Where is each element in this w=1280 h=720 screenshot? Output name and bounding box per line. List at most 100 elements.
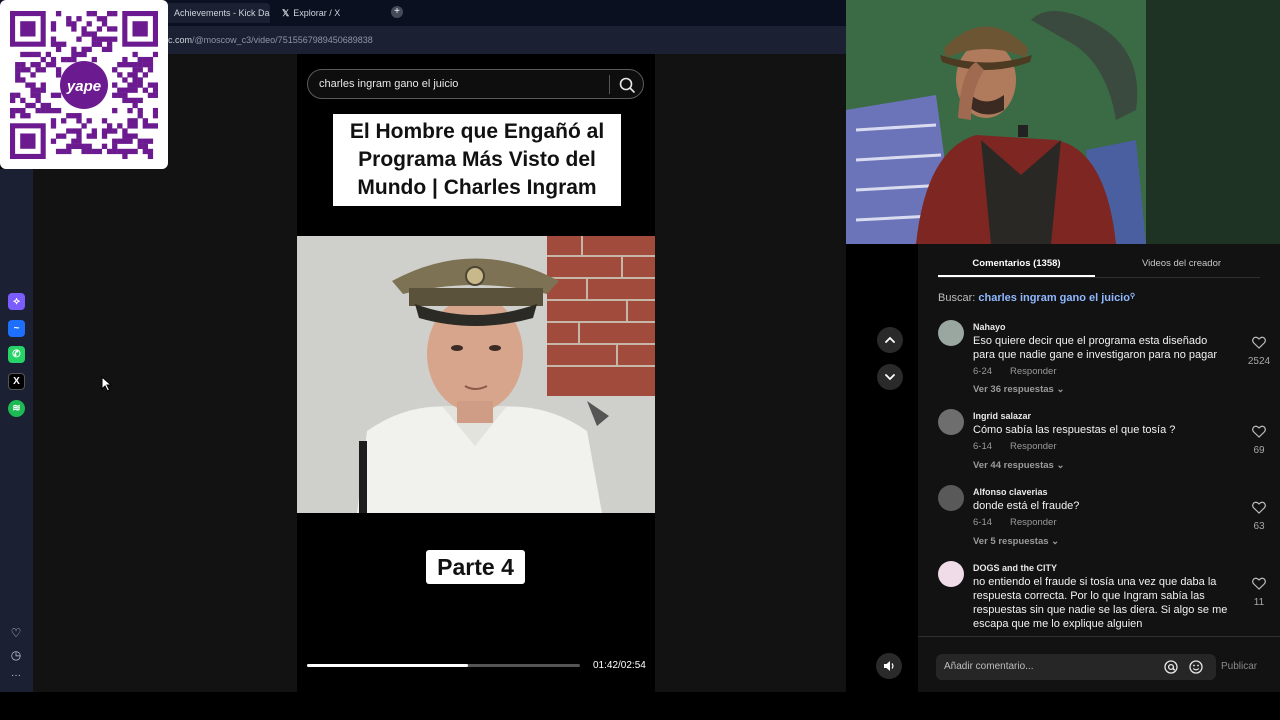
qr-module	[20, 97, 26, 104]
heart-outline-icon	[1252, 336, 1266, 349]
publish-button[interactable]: Publicar	[1221, 661, 1257, 672]
comment-username[interactable]: Ingrid salazar	[973, 411, 1031, 421]
video-player[interactable]: charles ingram gano el juicio El Hombre …	[297, 54, 655, 692]
search-suggestion-label: Buscar:	[938, 292, 976, 304]
qr-module	[35, 92, 41, 98]
comment-username[interactable]: Nahayo	[973, 322, 1006, 332]
qr-module	[76, 133, 82, 139]
mention-icon[interactable]	[1163, 659, 1179, 675]
next-video-button[interactable]	[877, 364, 903, 390]
qr-module	[152, 92, 158, 98]
x-icon[interactable]: X	[8, 373, 25, 390]
qr-module	[101, 16, 108, 22]
comment-input[interactable]: Añadir comentario...	[936, 654, 1216, 680]
qr-module	[50, 107, 57, 114]
avatar[interactable]	[938, 561, 964, 587]
spotify-icon[interactable]: ≋	[8, 400, 25, 417]
appflowy-icon[interactable]: ⟡	[8, 293, 25, 310]
qr-module	[101, 133, 108, 139]
previous-video-button[interactable]	[877, 327, 903, 353]
messenger-icon[interactable]: ~	[8, 320, 25, 337]
x-logo-icon: 𝕏	[282, 8, 290, 18]
heart-icon[interactable]: ♡	[9, 626, 23, 640]
qr-module	[127, 107, 133, 114]
qr-module	[127, 72, 133, 78]
video-progress-bar[interactable]	[307, 664, 580, 667]
qr-module	[15, 72, 21, 78]
qr-module	[137, 62, 143, 68]
qr-module	[55, 67, 62, 73]
view-replies-button[interactable]: Ver 36 respuestas ⌄	[973, 384, 1064, 395]
qr-module	[147, 67, 154, 73]
qr-module	[61, 56, 67, 63]
tab-comments[interactable]: Comentarios (1358)	[938, 258, 1095, 269]
qr-finder-inner	[20, 21, 36, 37]
qr-module	[10, 107, 16, 114]
qr-module	[101, 128, 108, 134]
qr-module	[137, 97, 143, 104]
like-button[interactable]: 69	[1242, 425, 1276, 456]
reply-button[interactable]: Responder	[1010, 441, 1056, 452]
qr-module	[106, 11, 113, 17]
qr-module	[127, 62, 133, 68]
qr-module	[35, 67, 41, 73]
like-button[interactable]: 2524	[1242, 336, 1276, 367]
qr-module	[86, 46, 92, 53]
qr-finder-inner	[132, 21, 148, 37]
qr-module	[122, 153, 128, 159]
volume-button[interactable]	[876, 653, 902, 679]
qr-module	[106, 128, 113, 134]
qr-module	[101, 118, 108, 124]
streamer-webcam	[846, 0, 1280, 244]
qr-module	[112, 92, 118, 98]
qr-module	[152, 87, 158, 93]
browser-tab-explorar[interactable]: 𝕏 Explorar / X	[274, 3, 384, 23]
comment-username[interactable]: Alfonso claverias	[973, 487, 1048, 497]
qr-module	[50, 56, 57, 63]
qr-module	[81, 148, 87, 155]
reply-button[interactable]: Responder	[1010, 517, 1056, 528]
avatar[interactable]	[938, 485, 964, 511]
whatsapp-icon[interactable]: ✆	[8, 346, 25, 363]
reply-button[interactable]: Responder	[1010, 366, 1056, 377]
emoji-icon[interactable]	[1188, 659, 1204, 675]
comment-meta: 6-14 Responder	[973, 517, 1057, 528]
qr-module	[91, 133, 97, 139]
qr-module	[61, 41, 67, 47]
search-icon[interactable]	[616, 74, 638, 96]
like-button[interactable]: 63	[1242, 501, 1276, 532]
avatar[interactable]	[938, 320, 964, 346]
avatar[interactable]	[938, 409, 964, 435]
clock-icon[interactable]: ◷	[9, 648, 23, 662]
qr-module	[112, 143, 118, 149]
qr-module	[127, 138, 133, 144]
view-replies-button[interactable]: Ver 44 respuestas ⌄	[973, 460, 1064, 471]
tab-creator-videos[interactable]: Videos del creador	[1103, 258, 1260, 269]
video-search-box[interactable]: charles ingram gano el juicio	[307, 69, 644, 99]
qr-module	[45, 62, 52, 68]
qr-module	[45, 102, 52, 109]
url-path: /@moscow_c3/video/7515567989450689838	[192, 35, 373, 45]
qr-module	[112, 148, 118, 155]
qr-module	[106, 36, 113, 42]
qr-module	[50, 26, 57, 32]
qr-module	[122, 87, 128, 93]
search-suggestion-link[interactable]: charles ingram gano el juicio	[978, 292, 1130, 304]
qr-module	[122, 62, 128, 68]
more-icon[interactable]: ···	[9, 669, 23, 683]
qr-module	[86, 143, 92, 149]
comment-username[interactable]: DOGS and the CITY	[973, 563, 1057, 573]
like-button[interactable]: 11	[1242, 577, 1276, 608]
qr-module	[147, 148, 154, 155]
qr-module	[40, 82, 46, 88]
view-replies-button[interactable]: Ver 5 respuestas ⌄	[973, 536, 1059, 547]
new-tab-button[interactable]: +	[391, 6, 403, 18]
qr-module	[20, 67, 26, 73]
qr-module	[122, 56, 128, 63]
qr-module	[50, 21, 57, 27]
qr-module	[106, 148, 113, 155]
qr-module	[132, 97, 138, 104]
comment-text: Eso quiere decir que el programa esta di…	[973, 335, 1218, 361]
qr-module	[127, 118, 133, 124]
browser-tab-achievements[interactable]: Achievements - Kick Dash	[166, 3, 270, 23]
